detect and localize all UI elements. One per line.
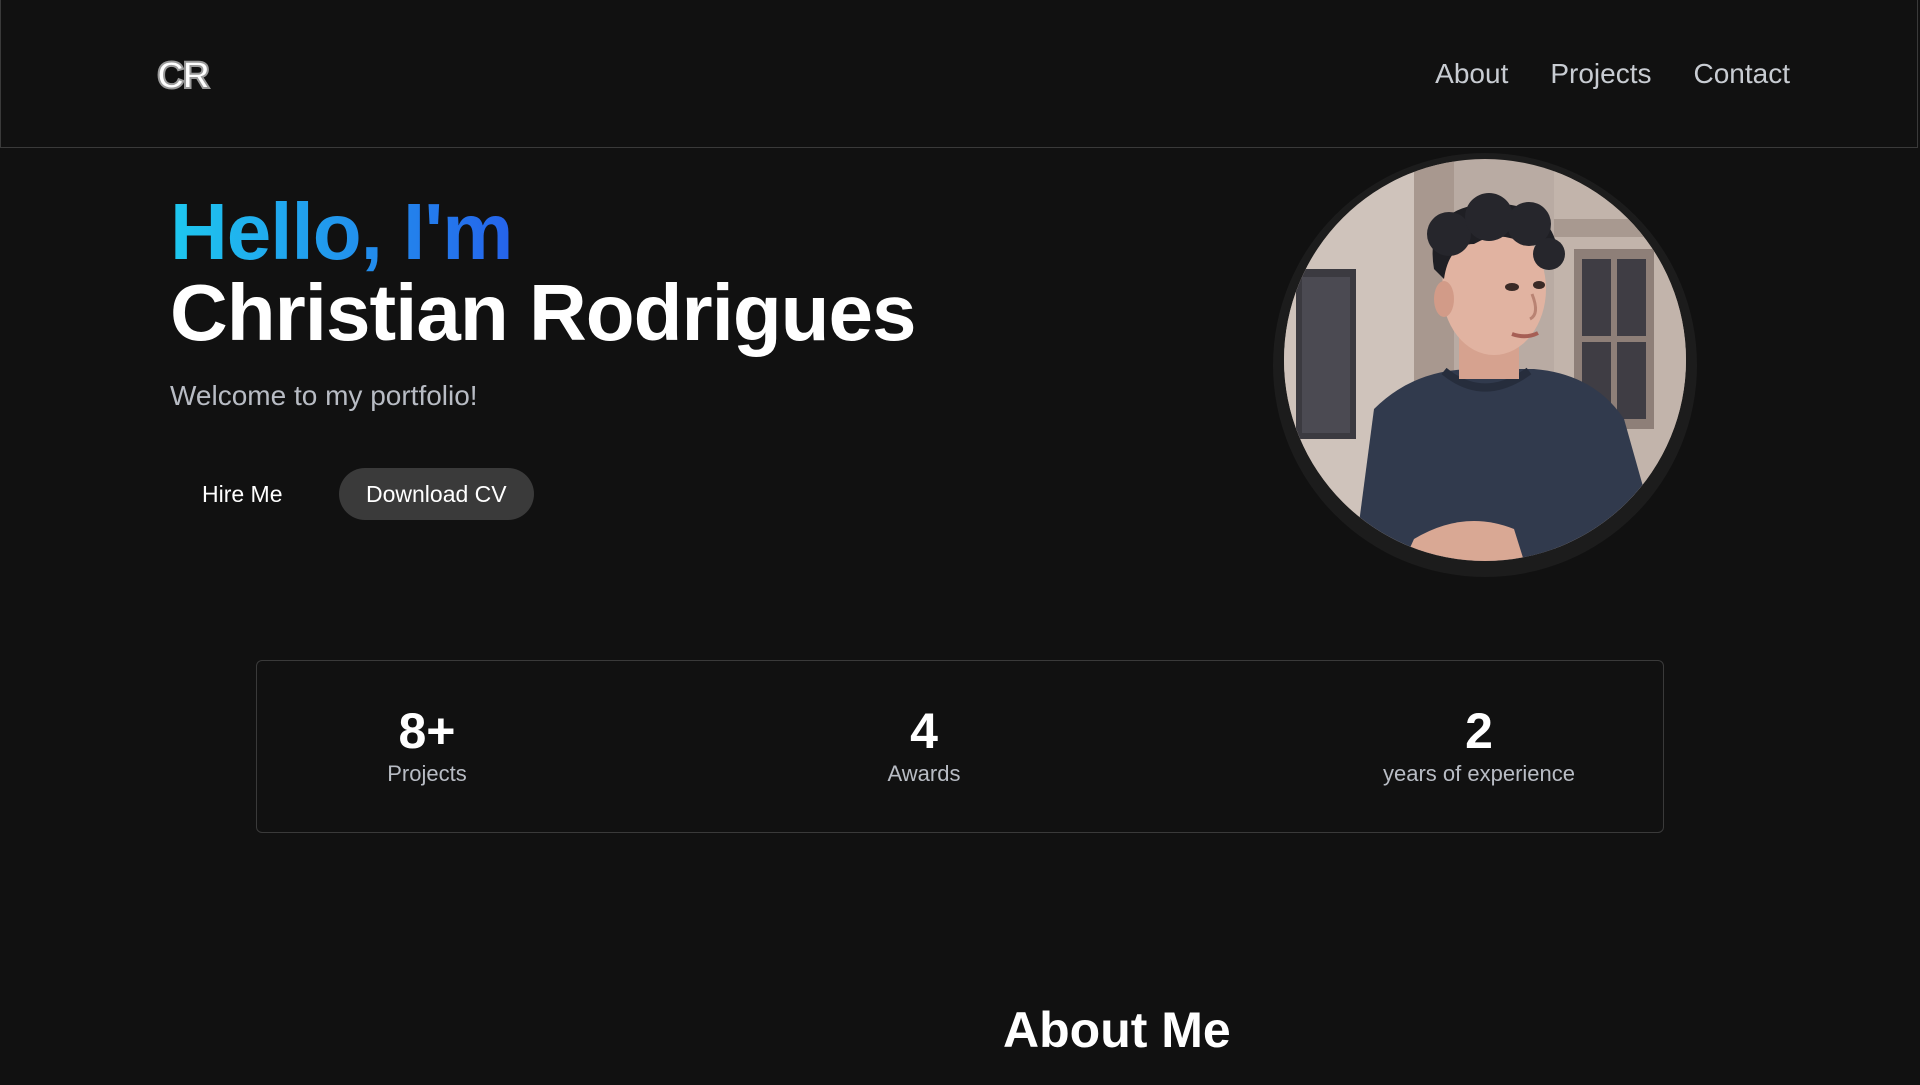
stat-value: 8+ [398, 703, 456, 759]
main-nav: About Projects Contact [1435, 52, 1790, 96]
avatar-illustration [1284, 159, 1686, 561]
hero-name: Christian Rodrigues [170, 268, 917, 357]
logo[interactable]: CR [156, 52, 211, 100]
hire-me-button[interactable]: Hire Me [170, 468, 315, 520]
stat-label: Awards [887, 761, 961, 786]
stat-label: years of experience [1383, 761, 1575, 786]
about-section-title: About Me [1003, 1002, 1231, 1058]
hero-subtitle: Welcome to my portfolio! [170, 380, 478, 411]
stat-value: 2 [1465, 703, 1493, 759]
stat-experience: 2 years of experience [1329, 703, 1629, 789]
nav-link-contact[interactable]: Contact [1694, 52, 1791, 96]
nav-link-about[interactable]: About [1435, 52, 1508, 96]
stats-panel: 8+ Projects 4 Awards 2 years of experien… [256, 660, 1664, 833]
stat-value: 4 [910, 703, 938, 759]
stat-label: Projects [387, 761, 467, 786]
portfolio-page: CR About Projects Contact Hello, I'm Chr… [0, 0, 1920, 1085]
hero-greeting: Hello, I'm [170, 187, 513, 276]
stat-projects: 8+ Projects [277, 703, 577, 789]
nav-link-projects[interactable]: Projects [1550, 52, 1651, 96]
site-header: CR About Projects Contact [0, 0, 1918, 148]
download-cv-button[interactable]: Download CV [339, 468, 534, 520]
avatar [1284, 159, 1686, 561]
stat-awards: 4 Awards [774, 703, 1074, 789]
